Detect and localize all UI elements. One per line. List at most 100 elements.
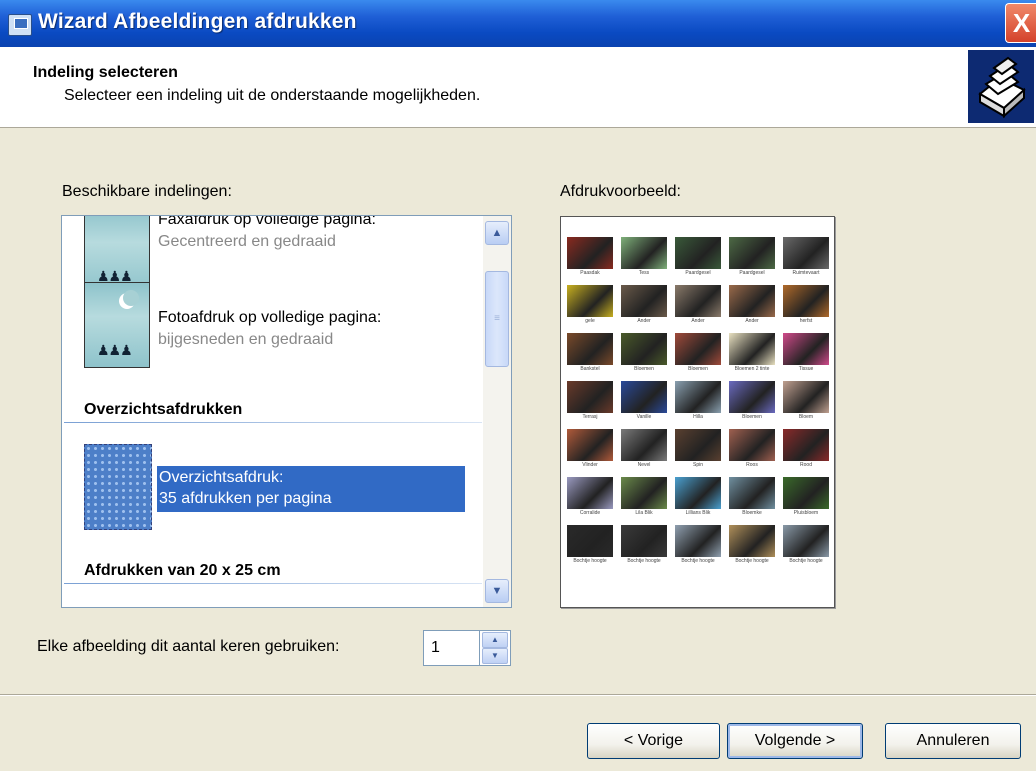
preview-photo (729, 477, 775, 509)
preview-caption: Bloemke (742, 510, 762, 516)
preview-photo (675, 237, 721, 269)
preview-thumbnail: Lillians Blik (675, 477, 721, 517)
photo-layout-thumbnail[interactable]: ♟♟♟ (84, 282, 150, 368)
preview-photo (729, 381, 775, 413)
preview-photo (675, 285, 721, 317)
preview-thumbnail: Vlinder (567, 429, 613, 469)
layout-item-subtitle: bijgesneden en gedraaid (158, 331, 334, 348)
selected-layout-item[interactable]: Overzichtsafdruk: 35 afdrukken per pagin… (157, 466, 465, 512)
preview-caption: Vlinder (582, 462, 598, 468)
wizard-app-icon (8, 14, 32, 36)
selected-layout-subtitle: 35 afdrukken per pagina (159, 490, 332, 507)
preview-caption: Vanille (636, 414, 652, 420)
preview-thumbnail: Bochtje hoogte (675, 525, 721, 565)
preview-thumbnail: Tissue (783, 333, 829, 373)
preview-thumbnail: Tess (621, 237, 667, 277)
preview-caption: Tissue (798, 366, 814, 372)
back-button[interactable]: < Vorige (587, 723, 720, 759)
copies-label: Elke afbeelding dit aantal keren gebruik… (37, 638, 340, 655)
preview-thumbnail: Ruimtevaart (783, 237, 829, 277)
preview-thumbnail: Pluisbloem (783, 477, 829, 517)
preview-caption: Bloemen (688, 366, 708, 372)
group-divider (64, 422, 482, 423)
wizard-header: Indeling selecteren Selecteer een indeli… (0, 47, 1036, 128)
scroll-up-button[interactable]: ▲ (485, 221, 509, 245)
preview-photo (567, 333, 613, 365)
preview-caption: Bochtje hoogte (627, 558, 661, 564)
preview-photo (675, 333, 721, 365)
preview-thumbnail: Bloemen (675, 333, 721, 373)
preview-photo (729, 285, 775, 317)
preview-thumbnail: Ander (675, 285, 721, 325)
preview-thumbnail: Paasdak (567, 237, 613, 277)
page-subtitle: Selecteer een indeling uit de onderstaan… (64, 87, 481, 104)
copies-spinner[interactable]: ▲ ▼ (480, 630, 511, 666)
preview-caption: Bloemen 2 tinte (734, 366, 770, 372)
preview-thumbnail: Roos (729, 429, 775, 469)
preview-caption: Paasdak (580, 270, 600, 276)
preview-caption: Hilla (693, 414, 703, 420)
preview-caption: Pluisbloem (793, 510, 819, 516)
scroll-thumb[interactable]: ≡ (485, 271, 509, 367)
preview-caption: Bochtje hoogte (573, 558, 607, 564)
preview-caption: Ander (637, 318, 651, 324)
preview-caption: Terrasj (582, 414, 598, 420)
preview-caption: Bochtje hoogte (789, 558, 823, 564)
preview-thumbnail: Ander (729, 285, 775, 325)
spin-down-button[interactable]: ▼ (482, 648, 508, 664)
printer-photos-icon (968, 50, 1034, 123)
preview-thumbnail: Bloem (783, 381, 829, 421)
preview-caption: Ander (691, 318, 705, 324)
preview-thumbnail: Bochtje hoogte (783, 525, 829, 565)
preview-photo (621, 333, 667, 365)
preview-photo (783, 381, 829, 413)
scroll-down-button[interactable]: ▼ (485, 579, 509, 603)
contact-sheet-thumbnail[interactable] (84, 444, 152, 530)
preview-caption: Bankstel (580, 366, 600, 372)
cancel-button[interactable]: Annuleren (885, 723, 1021, 759)
copies-input[interactable]: 1 (423, 630, 480, 666)
preview-caption: Nevel (637, 462, 651, 468)
preview-thumbnail: Corralide (567, 477, 613, 517)
preview-thumbnail: Paardgesel (675, 237, 721, 277)
layout-item-title[interactable]: Fotoafdruk op volledige pagina: (158, 309, 381, 327)
preview-thumbnail: Bloemen 2 tinte (729, 333, 775, 373)
layout-item-title: Faxafdruk op volledige pagina: (158, 215, 376, 228)
preview-caption: Paardgesel (739, 270, 765, 276)
preview-caption: herfst (799, 318, 813, 324)
next-button[interactable]: Volgende > (727, 723, 863, 759)
preview-thumbnail: Bloemen (729, 381, 775, 421)
preview-photo (675, 477, 721, 509)
preview-photo (783, 429, 829, 461)
preview-caption: Tess (638, 270, 650, 276)
preview-caption: Paardgesel (685, 270, 711, 276)
print-preview: Paasdak Tess Paardgesel Paardgesel Ruimtevaa… (560, 216, 835, 608)
close-button[interactable]: X (1005, 3, 1036, 43)
preview-thumbnail: Lila Blik (621, 477, 667, 517)
footer-divider (0, 694, 1036, 696)
preview-thumbnail: Spin (675, 429, 721, 469)
preview-caption: Spin (692, 462, 703, 468)
preview-caption: Ruimtevaart (792, 270, 820, 276)
preview-thumbnail: Ander (621, 285, 667, 325)
preview-photo (567, 285, 613, 317)
preview-label: Afdrukvoorbeeld: (560, 183, 681, 200)
preview-caption: Lillians Blik (685, 510, 711, 516)
preview-caption: Bochtje hoogte (681, 558, 715, 564)
preview-thumbnail: Terrasj (567, 381, 613, 421)
preview-photo (729, 237, 775, 269)
preview-thumbnail: Bloemke (729, 477, 775, 517)
preview-photo (783, 237, 829, 269)
window-title: Wizard Afbeeldingen afdrukken (38, 10, 357, 33)
preview-caption: Bloem (798, 414, 814, 420)
preview-caption: Lila Blik (635, 510, 653, 516)
preview-photo (729, 429, 775, 461)
preview-caption: Bochtje hoogte (735, 558, 769, 564)
spin-up-button[interactable]: ▲ (482, 632, 508, 648)
group-header-contact-sheet: Overzichtsafdrukken (84, 401, 243, 418)
preview-caption: Corralide (579, 510, 601, 516)
layouts-list[interactable]: ♟♟♟ Faxafdruk op volledige pagina: Gecen… (61, 215, 512, 608)
layouts-label: Beschikbare indelingen: (62, 183, 232, 200)
title-bar: Wizard Afbeeldingen afdrukken X (0, 0, 1036, 47)
layouts-scrollbar[interactable]: ▲ ≡ ▼ (483, 216, 511, 607)
